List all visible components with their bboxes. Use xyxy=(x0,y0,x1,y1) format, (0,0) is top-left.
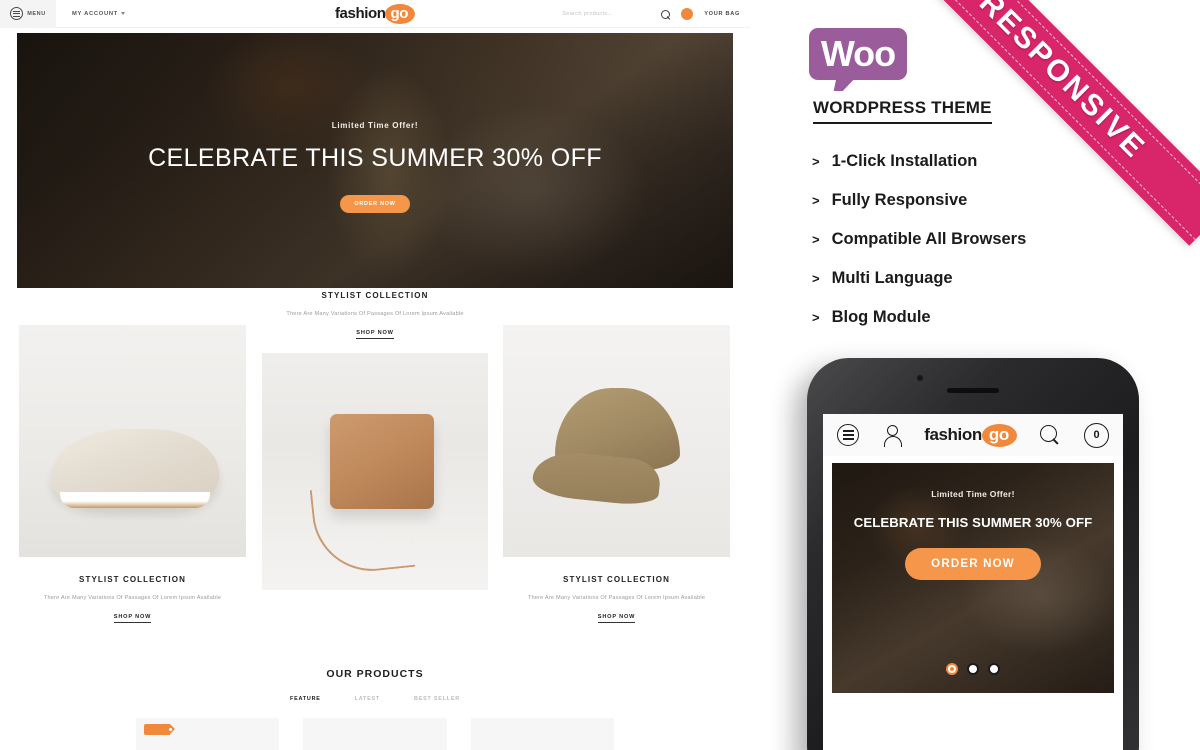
site-logo[interactable]: fashion go xyxy=(334,3,416,24)
collection-image-bag[interactable] xyxy=(262,352,488,590)
carousel-dot[interactable] xyxy=(988,663,1000,675)
collection-title: STYLIST COLLECTION xyxy=(79,575,186,584)
feature-item: > Multi Language xyxy=(812,269,1142,288)
phone-hero-banner: Limited Time Offer! CELEBRATE THIS SUMME… xyxy=(832,463,1114,693)
chevron-right-icon: > xyxy=(812,271,820,286)
collection-description: There Are Many Variations Of Passages Of… xyxy=(286,311,464,317)
phone-mockup: fashion go 0 Limited Time Offer! CELEBRA… xyxy=(807,358,1139,750)
tab-latest[interactable]: LATEST xyxy=(355,696,380,702)
hamburger-icon[interactable] xyxy=(837,424,859,446)
phone-hero-content: Limited Time Offer! CELEBRATE THIS SUMME… xyxy=(832,463,1114,693)
tab-feature[interactable]: FEATURE xyxy=(290,696,321,702)
cart-count-badge[interactable]: 0 xyxy=(1084,422,1109,448)
hero-kicker: Limited Time Offer! xyxy=(331,121,419,130)
collections-section: STYLIST COLLECTION There Are Many Variat… xyxy=(0,291,750,635)
menu-button[interactable]: MENU xyxy=(0,0,56,28)
sale-badge xyxy=(144,724,175,735)
search-icon[interactable] xyxy=(661,9,671,19)
feature-label: Compatible All Browsers xyxy=(831,230,1027,248)
hero-banner: Limited Time Offer! CELEBRATE THIS SUMME… xyxy=(17,33,733,288)
section-title: OUR PRODUCTS xyxy=(326,668,424,680)
logo-text-primary: fashion xyxy=(924,425,982,444)
chevron-right-icon: > xyxy=(812,193,820,208)
feature-item: > Blog Module xyxy=(812,308,1142,327)
collection-shop-now-link[interactable]: SHOP NOW xyxy=(356,330,394,339)
my-account-dropdown[interactable]: MY ACCOUNT xyxy=(72,11,125,17)
promo-heading: WORDPRESS THEME xyxy=(813,98,992,124)
phone-hero-title: CELEBRATE THIS SUMMER 30% OFF xyxy=(853,515,1093,530)
menu-label: MENU xyxy=(27,10,46,17)
phone-site-header: fashion go 0 xyxy=(823,414,1123,456)
product-card[interactable] xyxy=(136,718,280,750)
header-actions: Search products... YOUR BAG xyxy=(562,0,740,28)
phone-screen: fashion go 0 Limited Time Offer! CELEBRA… xyxy=(823,414,1123,750)
collection-card-cap: STYLIST COLLECTION There Are Many Variat… xyxy=(503,325,730,623)
feature-item: > 1-Click Installation xyxy=(812,152,1142,171)
logo-text-accent: go xyxy=(981,423,1017,447)
collection-description: There Are Many Variations Of Passages Of… xyxy=(527,595,706,601)
feature-list: > 1-Click Installation > Fully Responsiv… xyxy=(812,152,1142,347)
our-products-section: OUR PRODUCTS FEATURE LATEST BEST SELLER xyxy=(0,668,750,750)
woocommerce-logo-text: Woo xyxy=(820,33,896,74)
collection-image-cap[interactable] xyxy=(503,325,730,557)
feature-label: Fully Responsive xyxy=(831,191,968,209)
chevron-right-icon: > xyxy=(812,232,820,247)
collection-image-shoes[interactable] xyxy=(19,325,246,557)
screenshot-stage: MENU MY ACCOUNT fashion go Search produc… xyxy=(0,0,1200,750)
collection-shop-now-link[interactable]: SHOP NOW xyxy=(597,614,636,623)
search-input[interactable]: Search products... xyxy=(562,11,650,17)
phone-hero-kicker: Limited Time Offer! xyxy=(931,489,1015,499)
product-card[interactable] xyxy=(470,718,614,750)
feature-label: Multi Language xyxy=(831,269,953,287)
collection-shop-now-link[interactable]: SHOP NOW xyxy=(113,614,152,623)
chevron-right-icon: > xyxy=(812,310,820,325)
collection-title: STYLIST COLLECTION xyxy=(563,575,670,584)
logo-text-primary: fashion xyxy=(334,5,386,22)
chevron-right-icon: > xyxy=(812,154,820,169)
tab-best-seller[interactable]: BEST SELLER xyxy=(414,696,460,702)
cart-label[interactable]: YOUR BAG xyxy=(704,11,740,17)
carousel-dot[interactable] xyxy=(967,663,979,675)
search-icon[interactable] xyxy=(1040,425,1060,445)
user-account-icon[interactable] xyxy=(883,425,902,447)
hero-order-now-button[interactable]: ORDER NOW xyxy=(340,195,410,213)
hero-title: CELEBRATE THIS SUMMER 30% OFF xyxy=(148,144,602,172)
feature-label: Blog Module xyxy=(831,308,931,326)
product-card[interactable] xyxy=(303,718,447,750)
feature-item: > Compatible All Browsers xyxy=(812,230,1142,249)
collection-description: There Are Many Variations Of Passages Of… xyxy=(43,595,222,601)
feature-label: 1-Click Installation xyxy=(831,152,978,170)
carousel-dots xyxy=(946,663,1000,675)
carousel-dot[interactable] xyxy=(946,663,958,675)
collection-title: STYLIST COLLECTION xyxy=(321,291,429,300)
cart-count-badge[interactable] xyxy=(681,8,694,20)
collection-card-bag: STYLIST COLLECTION There Are Many Variat… xyxy=(262,291,488,590)
phone-site-logo[interactable]: fashion go xyxy=(924,423,1017,447)
responsive-ribbon-label: RESPONSIVE xyxy=(972,0,1152,166)
hero-content: Limited Time Offer! CELEBRATE THIS SUMME… xyxy=(17,33,733,288)
chevron-down-icon xyxy=(120,12,125,15)
hamburger-icon xyxy=(10,7,24,20)
logo-text-accent: go xyxy=(384,3,416,24)
phone-order-now-button[interactable]: ORDER NOW xyxy=(905,548,1041,580)
feature-item: > Fully Responsive xyxy=(812,191,1142,210)
product-tabs: FEATURE LATEST BEST SELLER xyxy=(0,696,750,702)
desktop-site-preview: MENU MY ACCOUNT fashion go Search produc… xyxy=(0,0,750,750)
my-account-label: MY ACCOUNT xyxy=(72,10,118,17)
site-header: MENU MY ACCOUNT fashion go Search produc… xyxy=(0,0,750,28)
collection-card-shoes: STYLIST COLLECTION There Are Many Variat… xyxy=(19,325,246,623)
product-card-grid xyxy=(0,718,750,750)
woocommerce-logo: Woo xyxy=(809,28,907,80)
promo-panel: Woo WORDPRESS THEME > 1-Click Installati… xyxy=(750,0,1200,750)
